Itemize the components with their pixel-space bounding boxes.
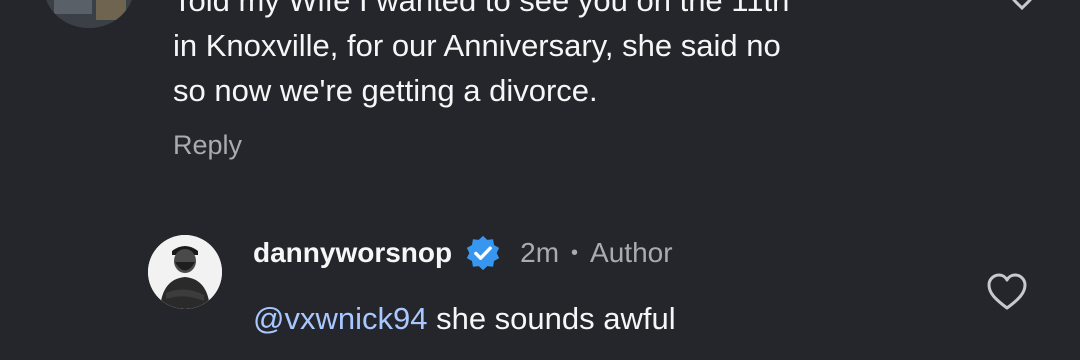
reply-button[interactable]: Reply — [173, 128, 242, 162]
comment-text: @vxwnick94 she sounds awful — [253, 297, 676, 341]
separator-dot: • — [571, 241, 579, 264]
avatar[interactable] — [148, 235, 222, 309]
username[interactable]: dannyworsnop — [253, 237, 452, 269]
comment-line: in Knoxville, for our Anniversary, she s… — [173, 28, 781, 63]
comment-text: Told my Wife I wanted to see you on the … — [173, 0, 953, 113]
mention-link[interactable]: @vxwnick94 — [253, 301, 427, 336]
comment-body-text: she sounds awful — [427, 301, 676, 336]
heart-icon[interactable] — [1004, 0, 1040, 10]
comment-header: dannyworsnop 2m • Author — [253, 234, 673, 272]
comment-line: so now we're getting a divorce. — [173, 73, 598, 108]
heart-icon[interactable] — [985, 272, 1029, 312]
verified-badge-icon — [466, 235, 500, 271]
author-badge: Author — [590, 237, 673, 268]
comment-timestamp: 2m — [520, 237, 560, 268]
commenter-avatar[interactable] — [44, 0, 134, 28]
comment-line: Told my Wife I wanted to see you on the … — [173, 0, 790, 18]
comments-thread: Told my Wife I wanted to see you on the … — [0, 0, 1080, 360]
